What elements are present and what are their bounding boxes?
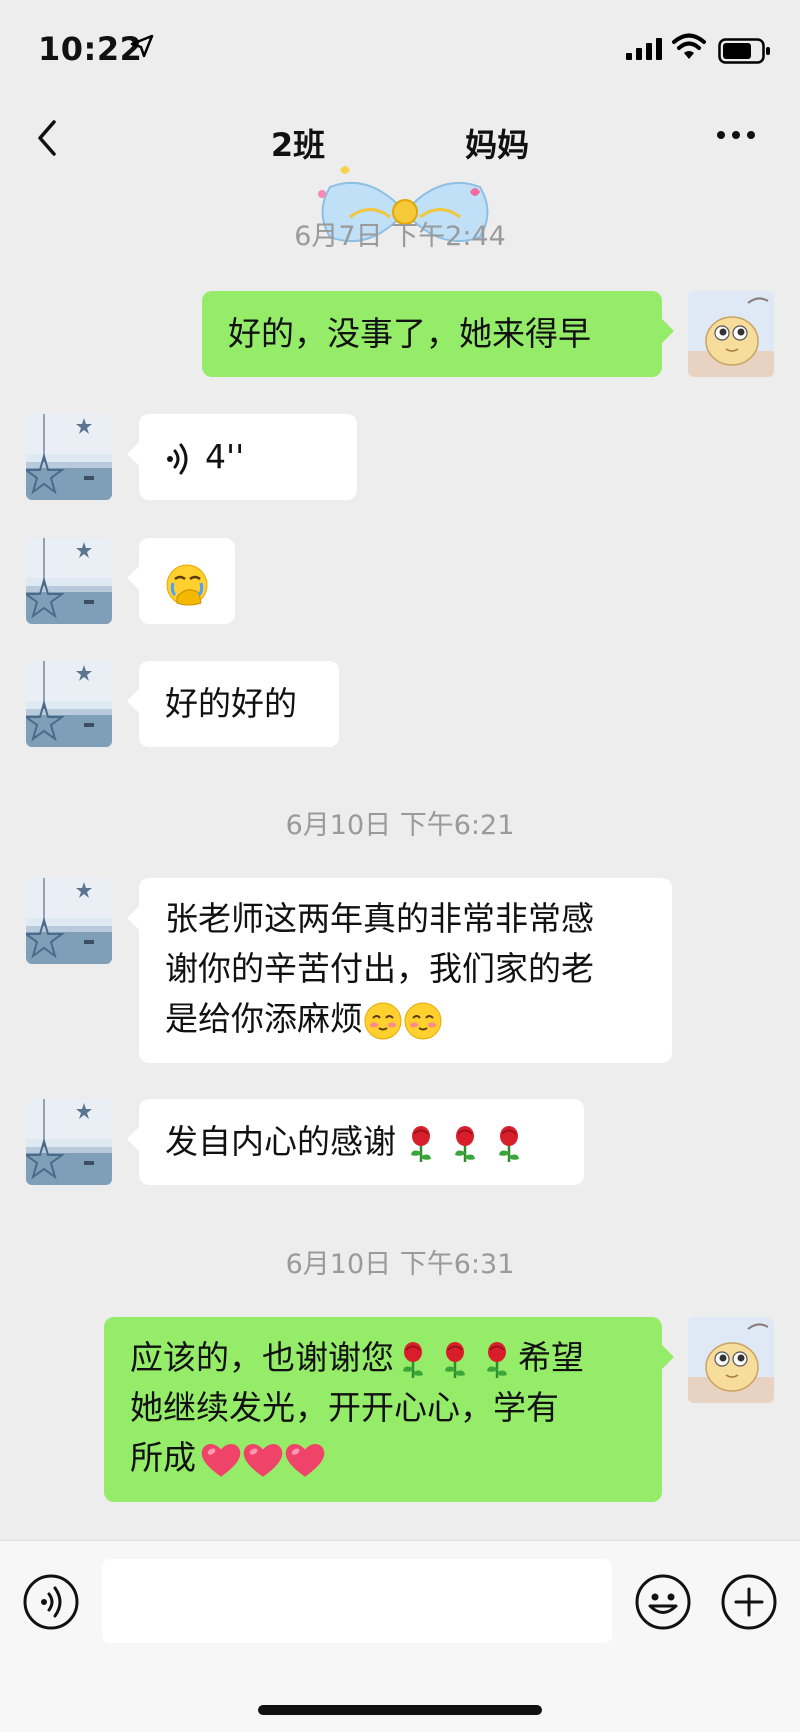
rose-emoji xyxy=(406,1124,436,1164)
message-line: 所成 xyxy=(130,1433,636,1483)
heart-emoji xyxy=(284,1441,326,1479)
message-line: 谢你的辛苦付出，我们家的老 xyxy=(165,949,594,988)
rose-emoji xyxy=(398,1340,428,1380)
bubble-tail xyxy=(127,1127,139,1151)
blush-emoji xyxy=(403,1001,443,1041)
chat-title: 2班 妈妈 xyxy=(0,120,800,166)
bubble-tail xyxy=(127,906,139,930)
sent-message[interactable]: 好的，没事了，她来得早 xyxy=(202,291,674,377)
emoji-message[interactable] xyxy=(127,538,235,624)
bubble-tail xyxy=(662,1345,674,1369)
my-avatar[interactable] xyxy=(688,291,774,377)
received-message[interactable]: 发自内心的感谢 xyxy=(127,1099,584,1185)
contact-avatar[interactable] xyxy=(26,414,112,500)
input-bar xyxy=(0,1540,800,1732)
contact-avatar[interactable] xyxy=(26,661,112,747)
facepalm-emoji xyxy=(165,563,209,607)
heart-emoji xyxy=(200,1441,242,1479)
message-line: 她继续发光，开开心心，学有 xyxy=(130,1388,559,1427)
my-avatar[interactable] xyxy=(688,1317,774,1403)
heart-emoji xyxy=(242,1441,284,1479)
home-indicator[interactable] xyxy=(258,1705,542,1715)
plus-icon[interactable] xyxy=(720,1573,778,1631)
message-line: 是给你添麻烦 xyxy=(165,994,646,1044)
voice-message[interactable]: 4'' xyxy=(127,414,357,500)
timestamp: 6月10日 下午6:31 xyxy=(285,1249,515,1280)
message-text: 好的好的 xyxy=(165,684,297,723)
timestamp: 6月10日 下午6:21 xyxy=(285,810,515,841)
bubble-tail xyxy=(127,442,139,466)
message-line: 应该的，也谢谢您 希望 xyxy=(130,1333,636,1383)
chat-title-left: 2班 xyxy=(270,126,326,164)
blush-emoji xyxy=(363,1001,403,1041)
contact-avatar[interactable] xyxy=(26,538,112,624)
voice-icon xyxy=(167,443,188,474)
sent-message[interactable]: 应该的，也谢谢您 希望 她继续发光，开开心心，学有 所成 xyxy=(104,1317,674,1502)
bubble-tail xyxy=(662,319,674,343)
message-line-text: 是给你添麻烦 xyxy=(165,999,363,1038)
chat-header: 2班 妈妈 xyxy=(0,90,800,243)
wifi-icon xyxy=(672,33,706,59)
battery-icon xyxy=(718,38,770,64)
rose-emoji xyxy=(494,1124,524,1164)
location-arrow-icon xyxy=(130,34,154,58)
message-text: 发自内心的感谢 xyxy=(165,1122,396,1161)
message-line: 张老师这两年真的非常非常感 xyxy=(165,899,594,938)
contact-avatar[interactable] xyxy=(26,1099,112,1185)
cellular-signal-icon xyxy=(626,38,662,60)
received-message[interactable]: 张老师这两年真的非常非常感 谢你的辛苦付出，我们家的老 是给你添麻烦 xyxy=(127,878,672,1063)
contact-avatar[interactable] xyxy=(26,878,112,964)
rose-emoji xyxy=(440,1340,470,1380)
received-message[interactable]: 好的好的 xyxy=(127,661,339,747)
message-text: 好的，没事了，她来得早 xyxy=(228,314,591,353)
chat-title-right: 妈妈 xyxy=(465,126,530,164)
timestamp: 6月7日 下午2:44 xyxy=(294,221,506,252)
status-time: 10:22 xyxy=(38,30,143,68)
emoji-icon[interactable] xyxy=(634,1573,692,1631)
rose-emoji xyxy=(450,1124,480,1164)
more-icon[interactable] xyxy=(716,130,756,140)
message-line-text: 所成 xyxy=(130,1438,196,1477)
voice-input-icon[interactable] xyxy=(22,1573,80,1631)
message-line-text: 希望 xyxy=(518,1338,584,1377)
bubble-tail xyxy=(127,566,139,590)
status-bar: 10:22 xyxy=(0,0,800,90)
bubble-tail xyxy=(127,689,139,713)
rose-emoji xyxy=(482,1340,512,1380)
message-line-text: 应该的，也谢谢您 xyxy=(130,1338,394,1377)
voice-duration: 4'' xyxy=(205,437,245,476)
message-input[interactable] xyxy=(102,1559,612,1643)
